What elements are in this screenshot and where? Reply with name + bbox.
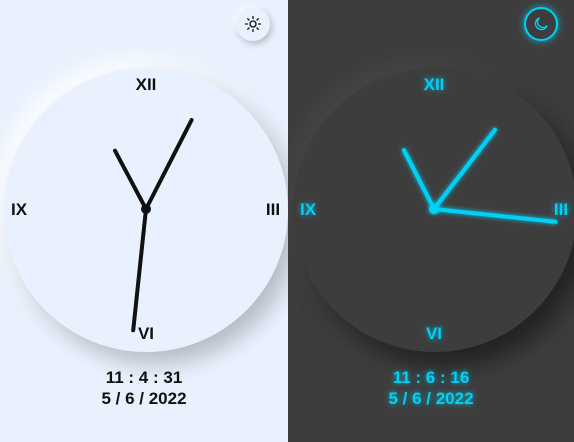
digital-time: 11 : 6 : 16 [392,368,470,387]
light-clock-panel: XII III VI IX 11 : 4 : 31 5 / 6 / 2022 [0,0,288,442]
center-pin [141,204,151,214]
digital-date: 5 / 6 / 2022 [388,389,474,408]
second-hand [432,207,558,224]
minute-hand [144,118,194,211]
second-hand [131,207,148,333]
hour-hand [402,148,436,211]
center-pin [429,204,439,214]
digital-time: 11 : 4 : 31 [105,368,183,387]
digital-date: 5 / 6 / 2022 [101,389,187,408]
hour-hand [113,148,148,211]
dark-clock-panel: XII III VI IX 11 : 6 : 16 5 / 6 / 2022 [288,0,574,442]
minute-hand [432,127,497,211]
